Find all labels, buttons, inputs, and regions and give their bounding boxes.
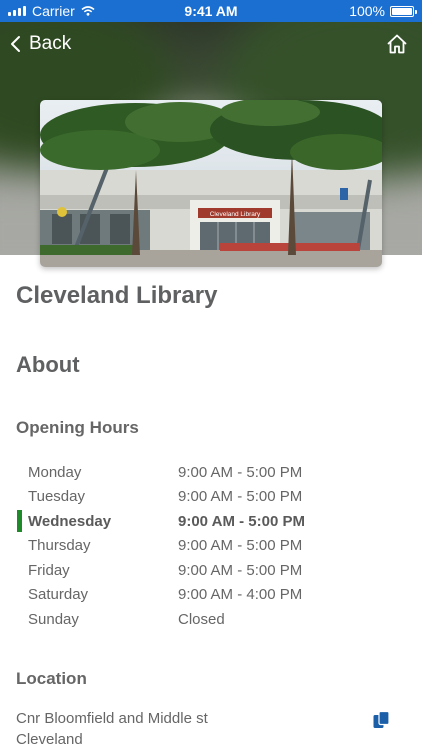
address-line-2: Cleveland bbox=[16, 731, 83, 748]
day-label: Thursday bbox=[28, 537, 91, 555]
opening-hours-row: Monday 9:00 AM - 5:00 PM bbox=[16, 460, 406, 485]
about-heading: About bbox=[16, 352, 80, 377]
battery-icon bbox=[390, 5, 417, 17]
opening-hours-row: Tuesday 9:00 AM - 5:00 PM bbox=[16, 485, 406, 510]
library-photo: Cleveland Library bbox=[40, 100, 382, 267]
hours-value: 9:00 AM - 5:00 PM bbox=[178, 537, 303, 555]
opening-hours-row: Wednesday 9:00 AM - 5:00 PM bbox=[16, 509, 406, 534]
navigation-bar: Back bbox=[0, 26, 422, 62]
clock: 9:41 AM bbox=[184, 3, 238, 19]
day-label: Sunday bbox=[28, 610, 79, 628]
day-label: Tuesday bbox=[28, 488, 85, 506]
day-label: Saturday bbox=[28, 586, 89, 604]
page-title: Cleveland Library bbox=[16, 282, 218, 309]
wifi-icon bbox=[81, 6, 95, 16]
opening-hours-heading: Opening Hours bbox=[16, 418, 139, 437]
hours-value: 9:00 AM - 5:00 PM bbox=[178, 561, 303, 579]
copy-address-button[interactable] bbox=[372, 710, 396, 734]
opening-hours-list: Monday 9:00 AM - 5:00 PM Tuesday 9:00 AM - … bbox=[16, 460, 406, 632]
status-bar: Carrier 9:41 AM 100% bbox=[0, 0, 422, 22]
carrier-label: Carrier bbox=[32, 3, 75, 19]
day-label: Friday bbox=[28, 561, 70, 579]
copy-icon bbox=[373, 710, 390, 728]
chevron-left-icon bbox=[11, 36, 20, 52]
opening-hours-row: Sunday Closed bbox=[16, 607, 406, 632]
battery-percent: 100% bbox=[349, 3, 385, 19]
hours-value: 9:00 AM - 5:00 PM bbox=[178, 512, 305, 530]
hours-value: 9:00 AM - 4:00 PM bbox=[178, 586, 303, 604]
opening-hours-row: Saturday 9:00 AM - 4:00 PM bbox=[16, 583, 406, 608]
back-label: Back bbox=[29, 33, 72, 54]
library-sign: Cleveland Library bbox=[210, 211, 261, 218]
opening-hours-row: Thursday 9:00 AM - 5:00 PM bbox=[16, 534, 406, 559]
today-indicator bbox=[17, 510, 22, 532]
opening-hours-row: Friday 9:00 AM - 5:00 PM bbox=[16, 558, 406, 583]
hours-value: Closed bbox=[178, 610, 225, 628]
back-button[interactable]: Back bbox=[10, 33, 71, 55]
address: Cnr Bloomfield and Middle st Cleveland bbox=[16, 708, 208, 750]
home-icon bbox=[387, 34, 407, 54]
address-line-1: Cnr Bloomfield and Middle st bbox=[16, 710, 208, 727]
day-label: Monday bbox=[28, 463, 82, 481]
home-button[interactable] bbox=[382, 29, 412, 59]
hours-value: 9:00 AM - 5:00 PM bbox=[178, 463, 303, 481]
day-label: Wednesday bbox=[28, 512, 112, 530]
location-heading: Location bbox=[16, 669, 87, 688]
hours-value: 9:00 AM - 5:00 PM bbox=[178, 488, 303, 506]
signal-icon bbox=[8, 6, 26, 16]
